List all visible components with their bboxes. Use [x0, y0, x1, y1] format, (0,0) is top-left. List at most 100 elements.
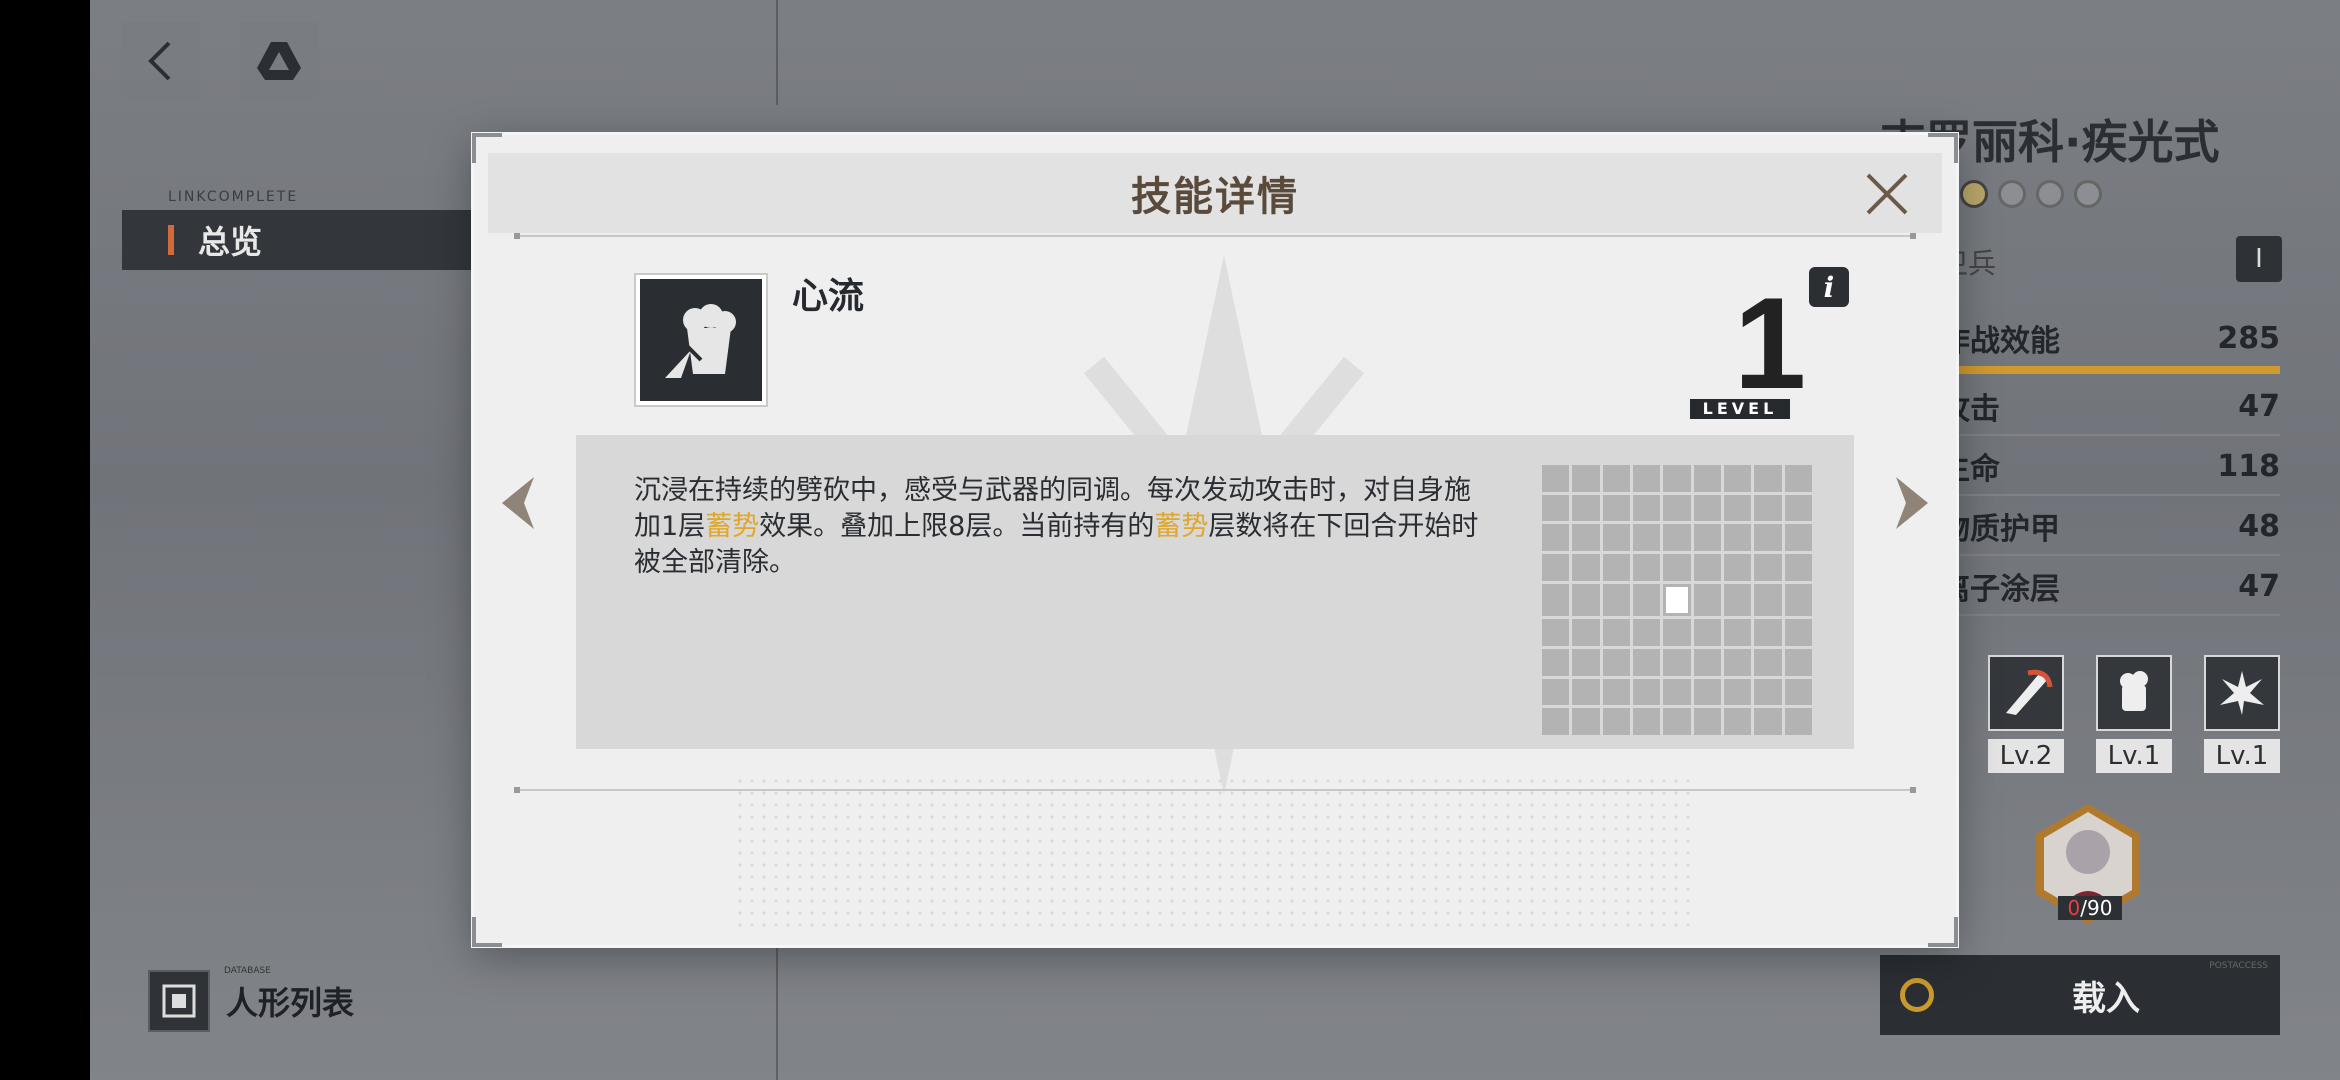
range-cell: [1724, 708, 1752, 735]
skill-icon-frame: [634, 273, 768, 407]
drive-button[interactable]: [240, 22, 318, 100]
level-tag: LEVEL: [1690, 399, 1790, 419]
range-cell: [1784, 648, 1812, 676]
prev-arrow-icon[interactable]: [498, 475, 538, 531]
link-complete-label: LINKCOMPLETE: [168, 189, 299, 205]
range-cell: [1663, 465, 1691, 492]
stat-value: 47: [2238, 568, 2280, 604]
range-cell: [1693, 648, 1721, 676]
range-cell: [1663, 619, 1691, 646]
range-cell: [1724, 648, 1752, 676]
skill-slot-3[interactable]: Lv.1: [2204, 655, 2280, 773]
range-cell: [1754, 553, 1782, 581]
range-cell: [1754, 619, 1782, 646]
skill-description-panel: 沉浸在持续的劈砍中，感受与武器的同调。每次发动攻击时，对自身施加1层蓄势效果。叠…: [576, 435, 1854, 749]
range-cell: [1542, 583, 1570, 617]
load-button-label: 载入: [2072, 978, 2140, 1019]
dolls-list-label: 人形列表: [226, 984, 355, 1022]
skill-level: Lv.1: [2096, 739, 2172, 773]
range-cell: [1542, 524, 1570, 551]
range-cell: [1663, 583, 1691, 617]
stat-value: 48: [2238, 508, 2280, 544]
range-cell: [1542, 648, 1570, 676]
load-button-sub: POSTACCESS: [2209, 961, 2268, 971]
rarity-dot: [2074, 180, 2102, 208]
range-cell: [1693, 465, 1721, 492]
range-cell: [1633, 619, 1661, 646]
range-cell: [1572, 583, 1600, 617]
close-icon[interactable]: [1862, 169, 1912, 219]
range-cell: [1663, 708, 1691, 735]
stat-label: 物质护甲: [1940, 512, 2060, 547]
range-cell: [1784, 708, 1812, 735]
range-cell: [1663, 494, 1691, 522]
blade-strike-icon: [1988, 655, 2064, 731]
range-cell: [1693, 619, 1721, 646]
range-cell: [1754, 524, 1782, 551]
range-cell: [1784, 678, 1812, 706]
role-badge-icon: I: [2236, 236, 2282, 282]
skill-level: Lv.1: [2204, 739, 2280, 773]
range-cell: [1602, 494, 1630, 522]
fist-icon: [2096, 655, 2172, 731]
range-cell: [1693, 708, 1721, 735]
avatar-count: 0/90: [2058, 896, 2122, 920]
range-cell: [1724, 494, 1752, 522]
modal-title: 技能详情: [1131, 174, 1299, 220]
modal-corner: [472, 917, 502, 947]
avatar-max: /90: [2080, 896, 2113, 920]
range-cell: [1784, 524, 1812, 551]
divider: [514, 787, 1916, 793]
range-grid: [1542, 465, 1812, 735]
range-cell: [1602, 648, 1630, 676]
desc-highlight: 蓄势: [1154, 511, 1209, 542]
range-cell: [1542, 708, 1570, 735]
range-cell: [1754, 465, 1782, 492]
range-cell: [1602, 708, 1630, 735]
range-cell: [1542, 465, 1570, 492]
chevron-left-icon: [148, 41, 171, 81]
skill-level: Lv.2: [1988, 739, 2064, 773]
range-cell: [1754, 648, 1782, 676]
range-cell: [1633, 465, 1661, 492]
range-cell: [1724, 465, 1752, 492]
range-cell: [1633, 494, 1661, 522]
range-cell: [1784, 619, 1812, 646]
range-cell: [1693, 583, 1721, 617]
dot-pattern: [734, 775, 1694, 935]
skill-details-modal: 技能详情 心流 1 LEVEL i 沉浸在持续的劈砍中，感受与武器的同调。每次发…: [472, 133, 1958, 947]
range-cell: [1693, 524, 1721, 551]
range-cell: [1784, 494, 1812, 522]
modal-corner: [1928, 917, 1958, 947]
dolls-list-button[interactable]: DATABASE 人形列表: [148, 966, 355, 1032]
range-cell: [1572, 524, 1600, 551]
next-arrow-icon[interactable]: [1892, 475, 1932, 531]
load-button[interactable]: 载入 POSTACCESS: [1880, 955, 2280, 1035]
range-cell: [1724, 583, 1752, 617]
range-cell: [1754, 708, 1782, 735]
range-cell: [1784, 465, 1812, 492]
skill-slot-1[interactable]: Lv.2: [1988, 655, 2064, 773]
stat-value: 285: [2217, 320, 2280, 356]
stat-value: 118: [2217, 448, 2280, 484]
modal-header: 技能详情: [488, 153, 1942, 233]
desc-highlight: 蓄势: [705, 511, 760, 542]
stat-label: 离子涂层: [1940, 572, 2060, 607]
desc-text: 效果。叠加上限8层。当前持有的: [759, 511, 1155, 542]
range-cell: [1602, 524, 1630, 551]
range-cell: [1572, 648, 1600, 676]
range-cell: [1542, 553, 1570, 581]
dolls-list-icon: [148, 970, 210, 1032]
range-cell: [1784, 583, 1812, 617]
range-cell: [1602, 583, 1630, 617]
info-icon[interactable]: i: [1809, 267, 1849, 307]
stat-value: 47: [2238, 388, 2280, 424]
range-cell: [1633, 553, 1661, 581]
range-cell: [1633, 583, 1661, 617]
range-cell: [1663, 553, 1691, 581]
range-cell: [1724, 619, 1752, 646]
skill-slot-2[interactable]: Lv.1: [2096, 655, 2172, 773]
back-button[interactable]: [122, 22, 200, 100]
range-cell: [1663, 648, 1691, 676]
rarity-dot: [1960, 180, 1988, 208]
